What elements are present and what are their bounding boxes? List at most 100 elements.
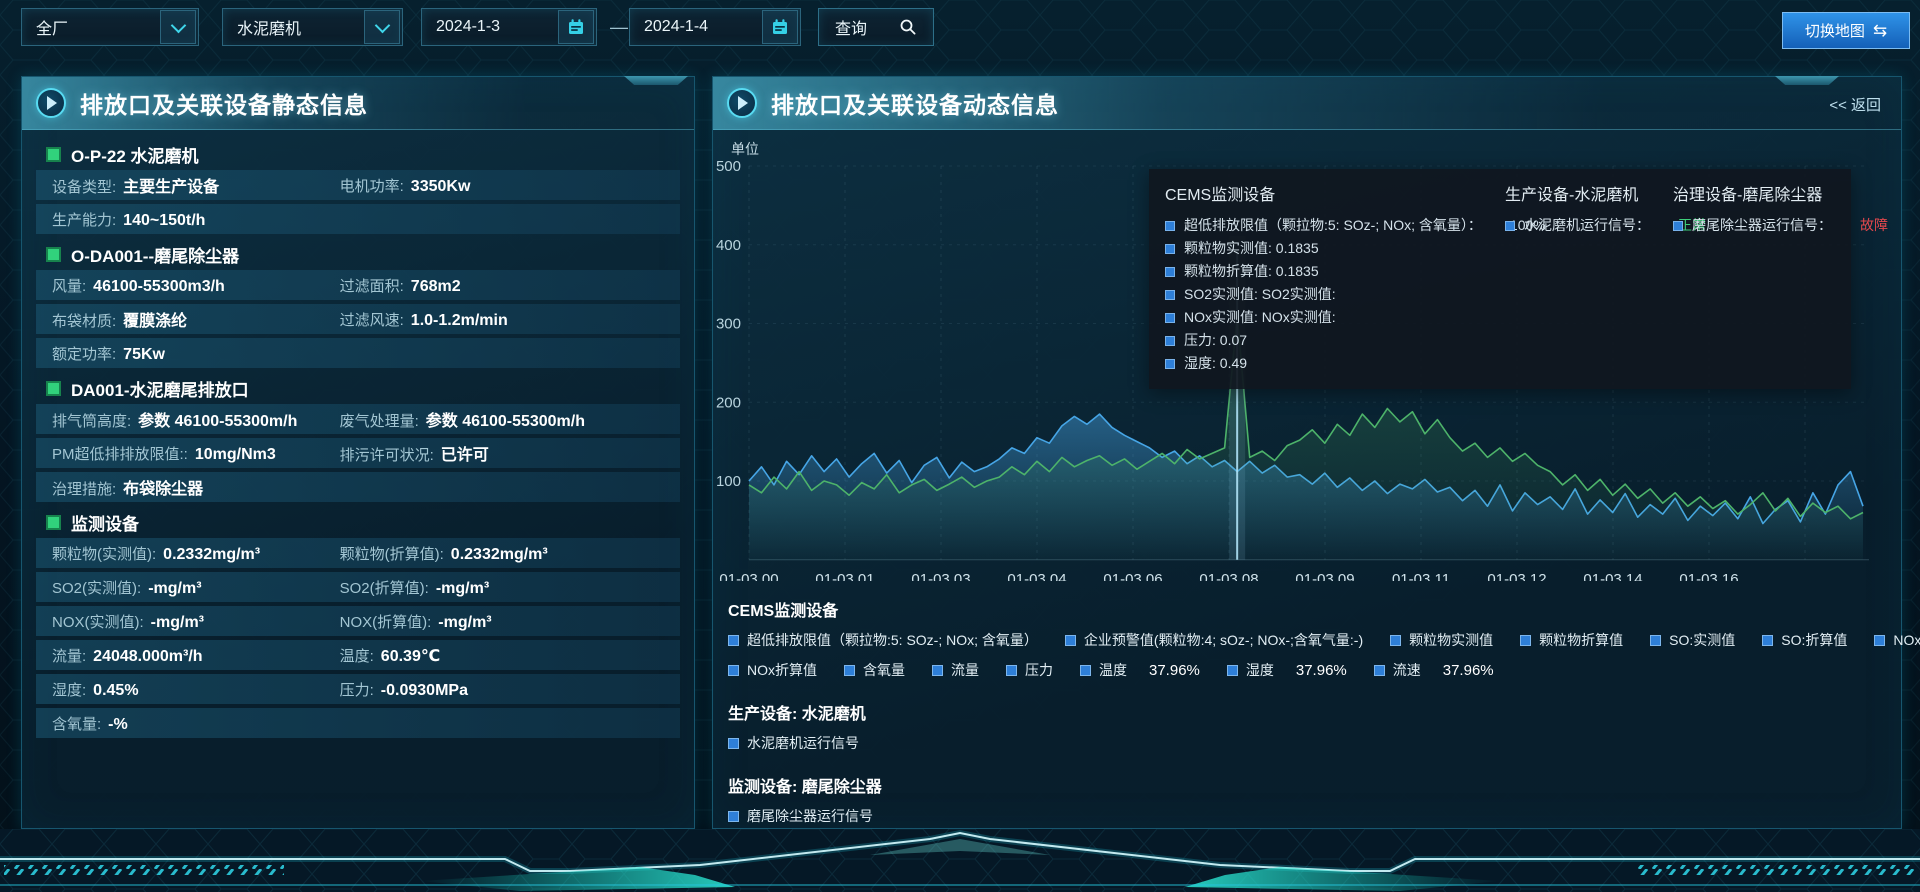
field-value: 1.0-1.2m/min (411, 312, 508, 330)
section-header: O-P-22 水泥磨机 (36, 138, 680, 170)
field-label: 颗粒物(折算值): (340, 543, 444, 564)
legend-item[interactable]: 湿度37.96% (1227, 660, 1347, 680)
tooltip-item-label: 湿度: 0.49 (1184, 352, 1247, 375)
field-value: -mg/m³ (436, 580, 489, 598)
section-header: DA001-水泥磨尾排放口 (36, 372, 680, 404)
field-value: 0.2332mg/m³ (163, 546, 260, 564)
query-button-label: 查询 (835, 15, 867, 39)
field-label: 颗粒物(实测值): (52, 543, 156, 564)
legend-item[interactable]: 温度37.96% (1080, 660, 1200, 680)
legend-item-value: 37.96% (1149, 662, 1200, 679)
legend-item-label: 颗粒物折算值 (1539, 630, 1623, 650)
info-cell: 湿度: 0.45% (52, 679, 340, 700)
query-button[interactable]: 查询 (818, 8, 934, 46)
back-link[interactable]: << 返回 (1829, 94, 1881, 115)
legend-marker-icon (1650, 635, 1661, 646)
field-label: PM超低排排放限值:: (52, 443, 188, 464)
legend-item-label: 压力 (1025, 660, 1053, 680)
svg-text:01-03 16: 01-03 16 (1679, 571, 1738, 581)
legend-item[interactable]: SO:实测值 (1650, 630, 1735, 650)
tooltip-item-value: 故障 (1860, 214, 1888, 237)
field-value: -mg/m³ (438, 614, 491, 632)
legend-item[interactable]: 压力 (1006, 660, 1053, 680)
device-select[interactable]: 水泥磨机 (222, 8, 403, 46)
info-cell: 额定功率:75Kw (52, 343, 340, 364)
field-value: -0.0930MPa (381, 682, 468, 700)
legend-item-label: 湿度 (1246, 660, 1274, 680)
legend-item[interactable]: NOx折算值 (728, 660, 817, 680)
legend-marker-icon (1390, 635, 1401, 646)
info-row: 生产能力:140~150t/h (36, 204, 680, 234)
info-cell: 温度:60.39℃ (340, 645, 664, 666)
tooltip-item: SO2实测值: SO2实测值: (1165, 283, 1505, 306)
legend-item[interactable]: 颗粒物折算值 (1520, 630, 1623, 650)
legend-marker-icon (728, 811, 739, 822)
info-cell: 电机功率:3350Kw (340, 175, 664, 196)
tooltip-item: 湿度: 0.49 (1165, 352, 1505, 375)
info-cell: 颗粒物(折算值):0.2332mg/m³ (340, 543, 664, 564)
tooltip-item-label: NOx实测值: NOx实测值: (1184, 306, 1336, 329)
legend-item[interactable]: 水泥磨机运行信号 (728, 733, 859, 753)
legend-area: CEMS监测设备超低排放限值（颗拉物:5: SOz-; NOx; 含氧量）企业预… (728, 589, 1881, 836)
legend-item-label: SO:折算值 (1781, 630, 1847, 650)
svg-text:300: 300 (716, 316, 741, 333)
info-cell: 排气筒高度:参数 46100-55300m/h (52, 407, 340, 431)
info-cell: 设备类型:主要生产设备 (52, 173, 340, 197)
plant-select[interactable]: 全厂 (21, 8, 199, 46)
field-value: 140~150t/h (123, 212, 205, 230)
field-value: -% (108, 716, 128, 734)
legend-item[interactable]: 颗粒物实测值 (1390, 630, 1493, 650)
info-row: 风量:46100-55300m3/h过滤面积:768m2 (36, 270, 680, 300)
date-range-separator: — (610, 17, 626, 38)
field-label: NOX(折算值): (340, 611, 432, 632)
tooltip-item: 水泥磨机运行信号：正常 (1505, 214, 1673, 237)
tooltip-item-label: 磨尾除尘器运行信号： (1692, 214, 1832, 237)
tooltip-item: 磨尾除尘器运行信号： 故障 (1673, 214, 1888, 237)
tooltip-column: 治理设备-磨尾除尘器磨尾除尘器运行信号：故障 (1673, 181, 1888, 375)
field-value: 已许可 (441, 441, 489, 465)
date-from-input[interactable]: 2024-1-3 (421, 8, 597, 46)
legend-item[interactable]: 流量 (932, 660, 979, 680)
footer-decoration (0, 829, 1920, 892)
info-cell: SO2(折算值):-mg/m³ (340, 577, 664, 598)
info-row: 设备类型:主要生产设备电机功率:3350Kw (36, 170, 680, 200)
legend-item-value: 37.96% (1443, 662, 1494, 679)
search-icon (899, 18, 917, 36)
legend-item[interactable]: 磨尾除尘器运行信号 (728, 806, 873, 826)
switch-map-label: 切换地图 (1805, 20, 1865, 41)
field-label: 治理措施: (52, 478, 116, 499)
svg-text:01-03 12: 01-03 12 (1487, 571, 1546, 581)
tooltip-item: 颗粒物折算值: 0.1835 (1165, 260, 1505, 283)
svg-text:500: 500 (716, 158, 741, 175)
date-to-input[interactable]: 2024-1-4 (629, 8, 801, 46)
legend-item[interactable]: 企业预警值(颗粒物:4; sOz-; NOx-;含氧气量:-) (1065, 630, 1363, 650)
svg-text:01-03 11: 01-03 11 (1392, 571, 1450, 581)
switch-map-button[interactable]: 切换地图 ⇆ (1782, 12, 1910, 49)
date-to-value: 2024-1-4 (630, 18, 762, 36)
legend-marker-icon (1065, 635, 1076, 646)
legend-item[interactable]: 流速37.96% (1374, 660, 1494, 680)
legend-item-label: 企业预警值(颗粒物:4; sOz-; NOx-;含氧气量:-) (1084, 630, 1363, 650)
device-select-value: 水泥磨机 (223, 15, 364, 39)
legend-heading: 生产设备: 水泥磨机 (728, 700, 1881, 724)
legend-marker-icon (1762, 635, 1773, 646)
tooltip-column-title: CEMS监测设备 (1165, 181, 1505, 205)
plant-select-value: 全厂 (22, 15, 160, 39)
section-bullet-icon (46, 515, 61, 530)
field-label: 湿度: (52, 679, 86, 700)
tooltip-item-label: 颗粒物折算值: 0.1835 (1184, 260, 1319, 283)
legend-item[interactable]: 含氧量 (844, 660, 905, 680)
legend-marker-icon (1374, 665, 1385, 676)
field-value: 768m2 (411, 278, 461, 296)
play-icon (36, 88, 66, 118)
field-value: 0.45% (93, 682, 138, 700)
legend-marker-icon (1165, 290, 1175, 300)
legend-item[interactable]: 超低排放限值（颗拉物:5: SOz-; NOx; 含氧量） (728, 630, 1038, 650)
field-label: 过滤风速: (340, 309, 404, 330)
field-value: 覆膜涤纶 (123, 307, 187, 331)
legend-item[interactable]: NOx实测值 (1874, 630, 1920, 650)
chevron-down-icon (160, 10, 196, 44)
legend-item[interactable]: SO:折算值 (1762, 630, 1847, 650)
legend-marker-icon (1165, 336, 1175, 346)
section-header-label: O-P-22 水泥磨机 (71, 142, 199, 167)
